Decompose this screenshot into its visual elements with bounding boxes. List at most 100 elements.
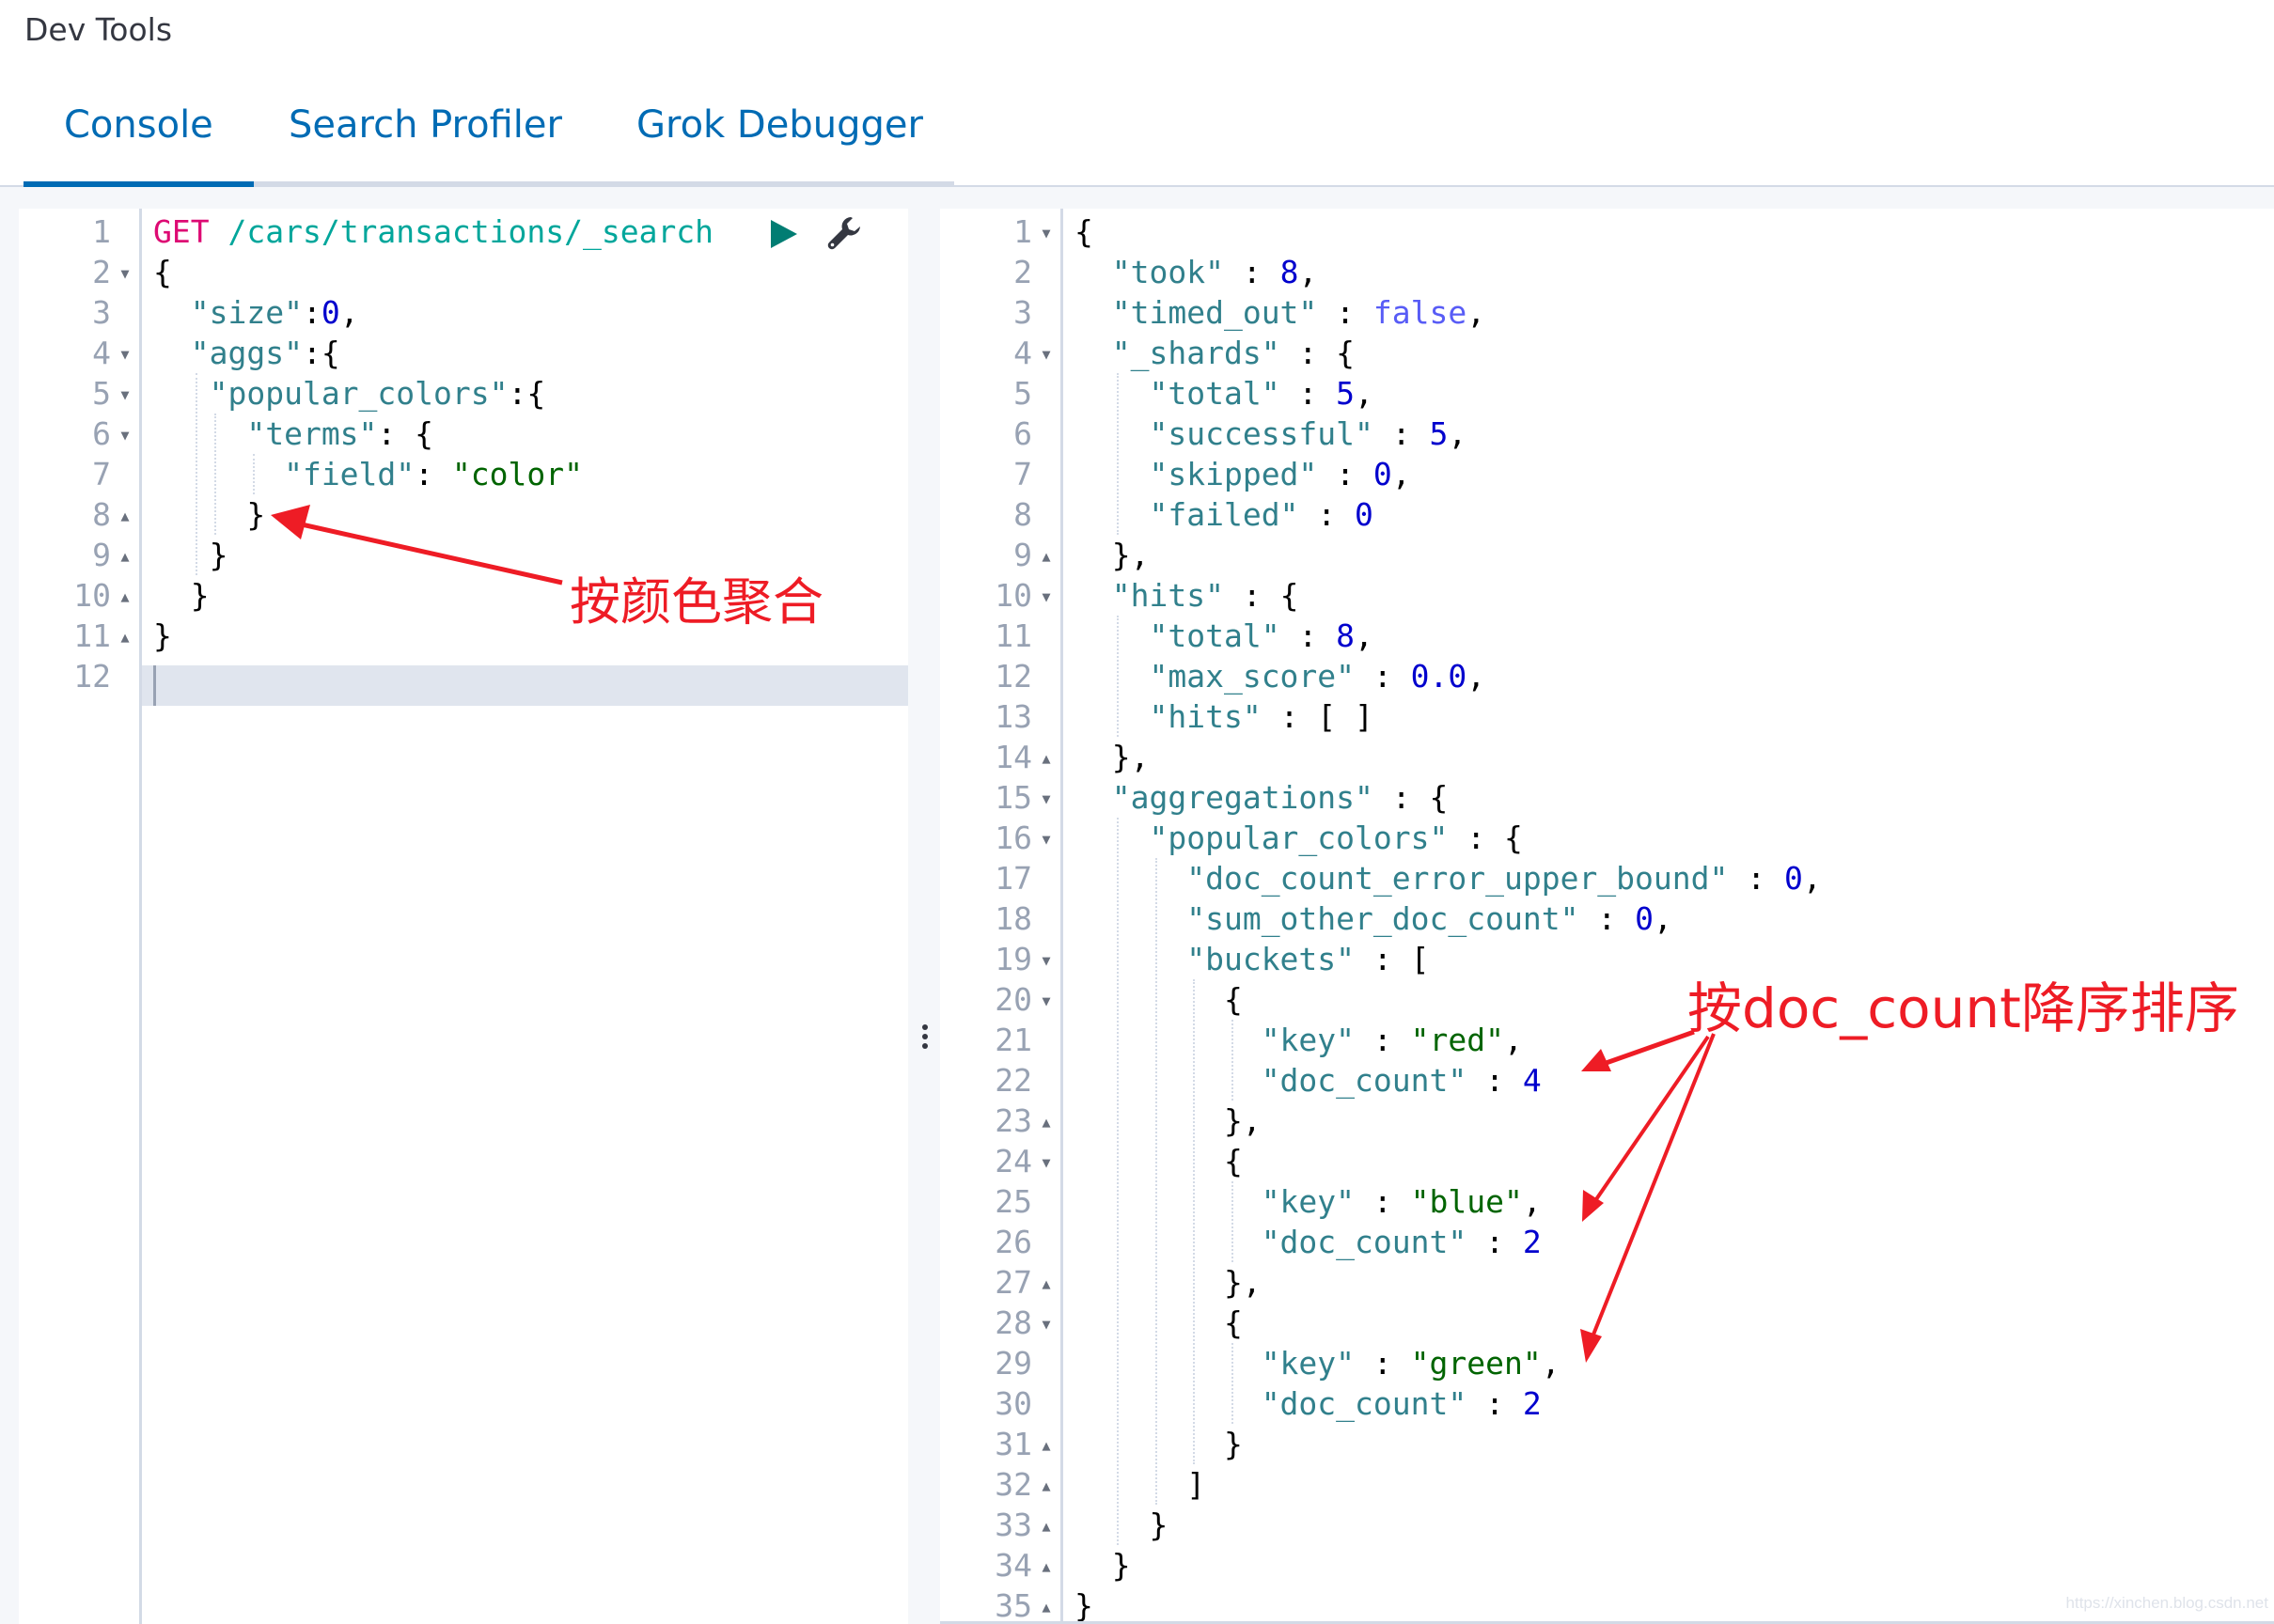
request-editor[interactable]: 1 2 ▼ 3 4 ▼ 5 ▼ 6 ▼ 7 8 ▲ 9 ▲ 10 ▲ 11 ▲ 12 GET /cars/transa…: [19, 209, 908, 1624]
response-code-line[interactable]: "took" : 8,: [1074, 252, 1318, 292]
panel-resizer[interactable]: [908, 209, 940, 1624]
fold-expand-icon[interactable]: ▲: [1032, 1547, 1060, 1587]
response-code-line[interactable]: "popular_colors" : {: [1074, 818, 1522, 858]
fold-expand-icon[interactable]: ▲: [111, 617, 139, 658]
token-key: "max_score": [1149, 658, 1356, 695]
line-number: 10 ▲: [73, 575, 139, 616]
response-code-line[interactable]: },: [1074, 1101, 1262, 1141]
request-settings-button[interactable]: [825, 214, 863, 252]
fold-expand-icon[interactable]: ▲: [111, 537, 139, 577]
response-code-line[interactable]: "total" : 8,: [1074, 616, 1372, 656]
fold-collapse-icon[interactable]: ▼: [111, 254, 139, 294]
request-code-line[interactable]: "field": "color": [153, 454, 583, 494]
response-viewer[interactable]: 1 ▼ 2 3 4 ▼ 5 6 7 8 9 ▲ 10 ▼ 11 12 13 14 ▲ 15 ▼ 16 ▼ 17 18 19 ▼ 20 ▼…: [940, 209, 2274, 1624]
line-number: 24 ▼: [995, 1141, 1060, 1181]
fold-collapse-icon[interactable]: ▼: [111, 415, 139, 456]
response-code-line[interactable]: "hits" : {: [1074, 575, 1299, 616]
fold-collapse-icon[interactable]: ▼: [1032, 213, 1060, 254]
response-code[interactable]: { "took" : 8, "timed_out" : false, "_sha…: [1074, 209, 2274, 1621]
token-punc: :: [415, 456, 452, 492]
token-punc: [1074, 860, 1186, 897]
response-code-line[interactable]: {: [1074, 211, 1093, 252]
line-number: 31 ▲: [995, 1424, 1060, 1464]
response-code-line[interactable]: "doc_count" : 2: [1074, 1222, 1542, 1262]
fold-expand-icon[interactable]: ▲: [1032, 1466, 1060, 1507]
fold-expand-icon[interactable]: ▲: [1032, 537, 1060, 577]
request-code-line[interactable]: "size":0,: [153, 292, 359, 333]
fold-collapse-icon[interactable]: ▼: [1032, 779, 1060, 820]
request-code-line[interactable]: "popular_colors":{: [153, 373, 546, 414]
request-code[interactable]: GET /cars/transactions/_search{ "size":0…: [153, 209, 908, 1624]
response-code-line[interactable]: "timed_out" : false,: [1074, 292, 1485, 333]
token-punc: [153, 456, 284, 492]
fold-collapse-icon[interactable]: ▼: [1032, 820, 1060, 860]
response-code-line[interactable]: "failed" : 0: [1074, 494, 1372, 535]
request-code-line[interactable]: {: [153, 252, 172, 292]
indent-guide: [1231, 1020, 1234, 1101]
fold-collapse-icon[interactable]: ▼: [1032, 941, 1060, 981]
response-code-line[interactable]: },: [1074, 535, 1150, 575]
text-cursor: [153, 665, 156, 706]
response-code-line[interactable]: {: [1074, 1141, 1243, 1181]
run-request-button[interactable]: [769, 218, 799, 250]
fold-collapse-icon[interactable]: ▼: [111, 375, 139, 415]
response-code-line[interactable]: }: [1074, 1585, 1093, 1621]
response-code-line[interactable]: }: [1074, 1545, 1131, 1585]
response-code-line[interactable]: "doc_count" : 2: [1074, 1383, 1542, 1424]
response-code-line[interactable]: "total" : 5,: [1074, 373, 1372, 414]
fold-collapse-icon[interactable]: ▼: [1032, 981, 1060, 1022]
fold-expand-icon[interactable]: ▲: [1032, 1426, 1060, 1466]
token-punc: [153, 415, 246, 452]
fold-collapse-icon[interactable]: ▼: [1032, 335, 1060, 375]
token-num: 2: [1522, 1224, 1542, 1260]
line-number-text: 32: [995, 1466, 1032, 1503]
response-code-line[interactable]: "hits" : [ ]: [1074, 696, 1372, 737]
response-code-line[interactable]: }: [1074, 1424, 1243, 1464]
request-code-line[interactable]: }: [153, 575, 210, 616]
line-number-text: 5: [1013, 375, 1032, 412]
fold-collapse-icon[interactable]: ▼: [1032, 577, 1060, 617]
response-code-line[interactable]: "key" : "blue",: [1074, 1181, 1542, 1222]
line-number: 20 ▼: [995, 979, 1060, 1020]
token-punc: :: [1317, 294, 1373, 331]
fold-expand-icon[interactable]: ▲: [1032, 1587, 1060, 1621]
line-number: 8: [1013, 494, 1060, 535]
request-code-line[interactable]: }: [153, 535, 228, 575]
response-code-line[interactable]: "key" : "green",: [1074, 1343, 1560, 1383]
request-code-line[interactable]: }: [153, 616, 172, 656]
response-code-line[interactable]: ]: [1074, 1464, 1205, 1505]
response-code-line[interactable]: },: [1074, 737, 1150, 777]
line-number: 35 ▲: [995, 1585, 1060, 1621]
request-code-line[interactable]: }: [153, 494, 265, 535]
response-code-line[interactable]: "buckets" : [: [1074, 939, 1429, 979]
response-code-line[interactable]: "aggregations" : {: [1074, 777, 1449, 818]
response-code-line[interactable]: {: [1074, 979, 1243, 1020]
response-code-line[interactable]: "skipped" : 0,: [1074, 454, 1410, 494]
fold-expand-icon[interactable]: ▲: [111, 496, 139, 537]
fold-expand-icon[interactable]: ▲: [1032, 1264, 1060, 1304]
response-code-line[interactable]: "key" : "red",: [1074, 1020, 1523, 1060]
tab-grok-debugger[interactable]: Grok Debugger: [636, 103, 923, 147]
fold-collapse-icon[interactable]: ▼: [1032, 1304, 1060, 1345]
fold-expand-icon[interactable]: ▲: [1032, 1507, 1060, 1547]
request-code-line[interactable]: GET /cars/transactions/_search: [153, 211, 714, 252]
response-code-line[interactable]: "sum_other_doc_count" : 0,: [1074, 898, 1672, 939]
tab-search-profiler[interactable]: Search Profiler: [289, 103, 562, 147]
response-code-line[interactable]: }: [1074, 1505, 1168, 1545]
response-code-line[interactable]: "max_score" : 0.0,: [1074, 656, 1485, 696]
fold-collapse-icon[interactable]: ▼: [1032, 1143, 1060, 1183]
response-code-line[interactable]: },: [1074, 1262, 1262, 1303]
token-punc: :: [1466, 1385, 1523, 1422]
response-code-line[interactable]: "doc_count" : 4: [1074, 1060, 1542, 1101]
tab-console[interactable]: Console: [24, 103, 254, 187]
response-code-line[interactable]: "successful" : 5,: [1074, 414, 1466, 454]
fold-expand-icon[interactable]: ▲: [1032, 739, 1060, 779]
response-code-line[interactable]: "_shards" : {: [1074, 333, 1355, 373]
fold-expand-icon[interactable]: ▲: [1032, 1102, 1060, 1143]
fold-collapse-icon[interactable]: ▼: [111, 335, 139, 375]
response-code-line[interactable]: "doc_count_error_upper_bound" : 0,: [1074, 858, 1822, 898]
fold-expand-icon[interactable]: ▲: [111, 577, 139, 617]
request-code-line[interactable]: "aggs":{: [153, 333, 340, 373]
token-num: 0.0: [1410, 658, 1467, 695]
response-code-line[interactable]: {: [1074, 1303, 1243, 1343]
